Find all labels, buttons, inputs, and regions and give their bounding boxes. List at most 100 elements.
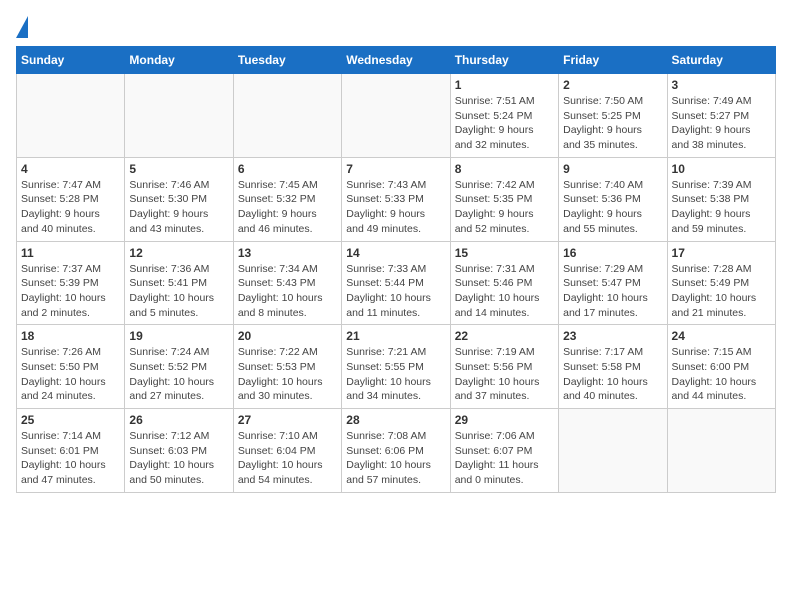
day-number: 7 <box>346 162 445 176</box>
calendar-day-cell: 8 Sunrise: 7:42 AM Sunset: 5:35 PM Daylig… <box>450 157 558 241</box>
day-number: 3 <box>672 78 771 92</box>
calendar-week-row: 18 Sunrise: 7:26 AM Sunset: 5:50 PM Dayli… <box>17 325 776 409</box>
day-number: 25 <box>21 413 120 427</box>
calendar-day-cell: 4 Sunrise: 7:47 AM Sunset: 5:28 PM Daylig… <box>17 157 125 241</box>
calendar-day-cell: 17 Sunrise: 7:28 AM Sunset: 5:49 PM Dayli… <box>667 241 775 325</box>
calendar-day-cell: 25 Sunrise: 7:14 AM Sunset: 6:01 PM Dayli… <box>17 409 125 493</box>
day-number: 18 <box>21 329 120 343</box>
calendar-day-cell: 13 Sunrise: 7:34 AM Sunset: 5:43 PM Dayli… <box>233 241 341 325</box>
calendar-day-cell: 11Sunrise: 7:37 AM Sunset: 5:39 PM Dayli… <box>17 241 125 325</box>
day-info: Sunrise: 7:21 AM Sunset: 5:55 PM Dayligh… <box>346 345 445 404</box>
day-number: 22 <box>455 329 554 343</box>
day-info: Sunrise: 7:26 AM Sunset: 5:50 PM Dayligh… <box>21 345 120 404</box>
day-of-week-header: Thursday <box>450 47 558 74</box>
calendar-day-cell <box>233 74 341 158</box>
day-number: 20 <box>238 329 337 343</box>
day-number: 5 <box>129 162 228 176</box>
day-number: 16 <box>563 246 662 260</box>
calendar-day-cell: 28 Sunrise: 7:08 AM Sunset: 6:06 PM Dayli… <box>342 409 450 493</box>
calendar-week-row: 25 Sunrise: 7:14 AM Sunset: 6:01 PM Dayli… <box>17 409 776 493</box>
calendar-day-cell <box>17 74 125 158</box>
day-info: Sunrise: 7:43 AM Sunset: 5:33 PM Dayligh… <box>346 178 445 237</box>
day-info: Sunrise: 7:22 AM Sunset: 5:53 PM Dayligh… <box>238 345 337 404</box>
day-info: Sunrise: 7:33 AM Sunset: 5:44 PM Dayligh… <box>346 262 445 321</box>
calendar-day-cell: 15 Sunrise: 7:31 AM Sunset: 5:46 PM Dayli… <box>450 241 558 325</box>
day-number: 9 <box>563 162 662 176</box>
day-info: Sunrise: 7:46 AM Sunset: 5:30 PM Dayligh… <box>129 178 228 237</box>
day-number: 13 <box>238 246 337 260</box>
calendar-day-cell: 6 Sunrise: 7:45 AM Sunset: 5:32 PM Daylig… <box>233 157 341 241</box>
day-number: 21 <box>346 329 445 343</box>
day-info: Sunrise: 7:14 AM Sunset: 6:01 PM Dayligh… <box>21 429 120 488</box>
day-info: Sunrise: 7:40 AM Sunset: 5:36 PM Dayligh… <box>563 178 662 237</box>
calendar-day-cell: 27 Sunrise: 7:10 AM Sunset: 6:04 PM Dayli… <box>233 409 341 493</box>
calendar-day-cell: 18 Sunrise: 7:26 AM Sunset: 5:50 PM Dayli… <box>17 325 125 409</box>
day-info: Sunrise: 7:45 AM Sunset: 5:32 PM Dayligh… <box>238 178 337 237</box>
logo <box>16 16 32 38</box>
day-info: Sunrise: 7:50 AM Sunset: 5:25 PM Dayligh… <box>563 94 662 153</box>
calendar-day-cell <box>667 409 775 493</box>
calendar-day-cell: 21 Sunrise: 7:21 AM Sunset: 5:55 PM Dayli… <box>342 325 450 409</box>
day-of-week-header: Friday <box>559 47 667 74</box>
day-number: 19 <box>129 329 228 343</box>
day-number: 24 <box>672 329 771 343</box>
day-number: 12 <box>129 246 228 260</box>
calendar-header-row: SundayMondayTuesdayWednesdayThursdayFrid… <box>17 47 776 74</box>
day-number: 23 <box>563 329 662 343</box>
day-number: 11 <box>21 246 120 260</box>
day-info: Sunrise: 7:28 AM Sunset: 5:49 PM Dayligh… <box>672 262 771 321</box>
day-of-week-header: Monday <box>125 47 233 74</box>
day-info: Sunrise: 7:42 AM Sunset: 5:35 PM Dayligh… <box>455 178 554 237</box>
day-info: Sunrise: 7:39 AM Sunset: 5:38 PM Dayligh… <box>672 178 771 237</box>
day-info: Sunrise: 7:10 AM Sunset: 6:04 PM Dayligh… <box>238 429 337 488</box>
day-number: 8 <box>455 162 554 176</box>
calendar-week-row: 11Sunrise: 7:37 AM Sunset: 5:39 PM Dayli… <box>17 241 776 325</box>
day-of-week-header: Tuesday <box>233 47 341 74</box>
calendar-day-cell: 1 Sunrise: 7:51 AM Sunset: 5:24 PM Daylig… <box>450 74 558 158</box>
day-number: 1 <box>455 78 554 92</box>
day-number: 28 <box>346 413 445 427</box>
day-number: 17 <box>672 246 771 260</box>
day-info: Sunrise: 7:47 AM Sunset: 5:28 PM Dayligh… <box>21 178 120 237</box>
day-number: 4 <box>21 162 120 176</box>
calendar-day-cell: 26 Sunrise: 7:12 AM Sunset: 6:03 PM Dayli… <box>125 409 233 493</box>
logo-icon <box>16 16 28 38</box>
calendar-day-cell: 12 Sunrise: 7:36 AM Sunset: 5:41 PM Dayli… <box>125 241 233 325</box>
day-info: Sunrise: 7:06 AM Sunset: 6:07 PM Dayligh… <box>455 429 554 488</box>
calendar-day-cell: 16 Sunrise: 7:29 AM Sunset: 5:47 PM Dayli… <box>559 241 667 325</box>
calendar-day-cell <box>342 74 450 158</box>
calendar-day-cell: 22Sunrise: 7:19 AM Sunset: 5:56 PM Dayli… <box>450 325 558 409</box>
day-info: Sunrise: 7:34 AM Sunset: 5:43 PM Dayligh… <box>238 262 337 321</box>
calendar-day-cell: 29 Sunrise: 7:06 AM Sunset: 6:07 PM Dayli… <box>450 409 558 493</box>
day-info: Sunrise: 7:51 AM Sunset: 5:24 PM Dayligh… <box>455 94 554 153</box>
page-header <box>16 16 776 38</box>
day-number: 10 <box>672 162 771 176</box>
day-of-week-header: Wednesday <box>342 47 450 74</box>
calendar-day-cell: 19 Sunrise: 7:24 AM Sunset: 5:52 PM Dayli… <box>125 325 233 409</box>
day-info: Sunrise: 7:15 AM Sunset: 6:00 PM Dayligh… <box>672 345 771 404</box>
day-info: Sunrise: 7:29 AM Sunset: 5:47 PM Dayligh… <box>563 262 662 321</box>
day-info: Sunrise: 7:31 AM Sunset: 5:46 PM Dayligh… <box>455 262 554 321</box>
day-number: 6 <box>238 162 337 176</box>
day-info: Sunrise: 7:17 AM Sunset: 5:58 PM Dayligh… <box>563 345 662 404</box>
day-info: Sunrise: 7:24 AM Sunset: 5:52 PM Dayligh… <box>129 345 228 404</box>
calendar-week-row: 4 Sunrise: 7:47 AM Sunset: 5:28 PM Daylig… <box>17 157 776 241</box>
calendar-day-cell: 2Sunrise: 7:50 AM Sunset: 5:25 PM Daylig… <box>559 74 667 158</box>
day-info: Sunrise: 7:49 AM Sunset: 5:27 PM Dayligh… <box>672 94 771 153</box>
calendar-day-cell: 14Sunrise: 7:33 AM Sunset: 5:44 PM Dayli… <box>342 241 450 325</box>
day-number: 27 <box>238 413 337 427</box>
day-of-week-header: Saturday <box>667 47 775 74</box>
calendar-day-cell: 5 Sunrise: 7:46 AM Sunset: 5:30 PM Daylig… <box>125 157 233 241</box>
calendar-day-cell: 23 Sunrise: 7:17 AM Sunset: 5:58 PM Dayli… <box>559 325 667 409</box>
calendar-day-cell: 7 Sunrise: 7:43 AM Sunset: 5:33 PM Daylig… <box>342 157 450 241</box>
calendar-table: SundayMondayTuesdayWednesdayThursdayFrid… <box>16 46 776 493</box>
day-number: 26 <box>129 413 228 427</box>
day-number: 15 <box>455 246 554 260</box>
calendar-day-cell: 20 Sunrise: 7:22 AM Sunset: 5:53 PM Dayli… <box>233 325 341 409</box>
day-info: Sunrise: 7:08 AM Sunset: 6:06 PM Dayligh… <box>346 429 445 488</box>
day-number: 29 <box>455 413 554 427</box>
day-info: Sunrise: 7:36 AM Sunset: 5:41 PM Dayligh… <box>129 262 228 321</box>
day-info: Sunrise: 7:12 AM Sunset: 6:03 PM Dayligh… <box>129 429 228 488</box>
calendar-day-cell <box>125 74 233 158</box>
day-of-week-header: Sunday <box>17 47 125 74</box>
